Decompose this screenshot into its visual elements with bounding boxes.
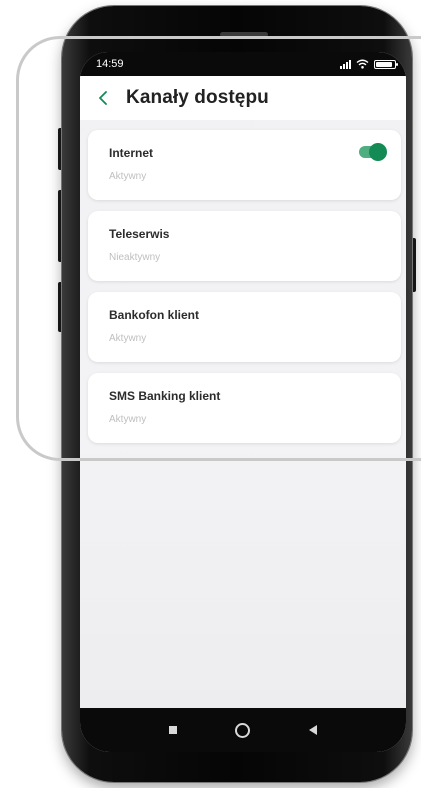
home-button[interactable] xyxy=(235,722,251,738)
internet-toggle[interactable] xyxy=(359,143,387,161)
status-time: 14:59 xyxy=(96,58,124,70)
status-icons xyxy=(340,59,398,69)
channel-status: Aktywny xyxy=(109,414,147,425)
channel-status: Aktywny xyxy=(109,333,147,344)
channel-name: Teleserwis xyxy=(109,227,170,241)
phone-speaker xyxy=(220,32,268,37)
recent-apps-button[interactable] xyxy=(169,726,178,734)
android-nav-bar xyxy=(80,708,406,752)
signal-icon xyxy=(340,59,351,69)
channel-card-internet[interactable]: Internet Aktywny xyxy=(88,130,401,200)
channel-list: Internet Aktywny Teleserwis Nieaktywny B… xyxy=(88,130,401,454)
page-title: Kanały dostępu xyxy=(126,87,269,108)
channel-status: Nieaktywny xyxy=(109,252,161,263)
channel-card-sms-banking[interactable]: SMS Banking klient Aktywny xyxy=(88,373,401,443)
channel-card-bankofon[interactable]: Bankofon klient Aktywny xyxy=(88,292,401,362)
chevron-left-icon xyxy=(99,91,107,105)
channel-name: SMS Banking klient xyxy=(109,389,221,403)
phone-screen: 14:59 Kanały dostępu Internet Aktywny Te… xyxy=(80,52,406,752)
wifi-icon xyxy=(356,59,369,69)
channel-name: Bankofon klient xyxy=(109,308,200,322)
back-nav-button[interactable] xyxy=(308,725,317,735)
battery-icon xyxy=(374,59,398,69)
back-button[interactable] xyxy=(88,83,118,113)
app-header: Kanały dostępu xyxy=(80,76,406,120)
status-bar: 14:59 xyxy=(80,52,406,76)
channel-card-teleserwis[interactable]: Teleserwis Nieaktywny xyxy=(88,211,401,281)
toggle-knob xyxy=(369,143,387,161)
channel-name: Internet xyxy=(109,146,154,160)
channel-status: Aktywny xyxy=(109,171,147,182)
